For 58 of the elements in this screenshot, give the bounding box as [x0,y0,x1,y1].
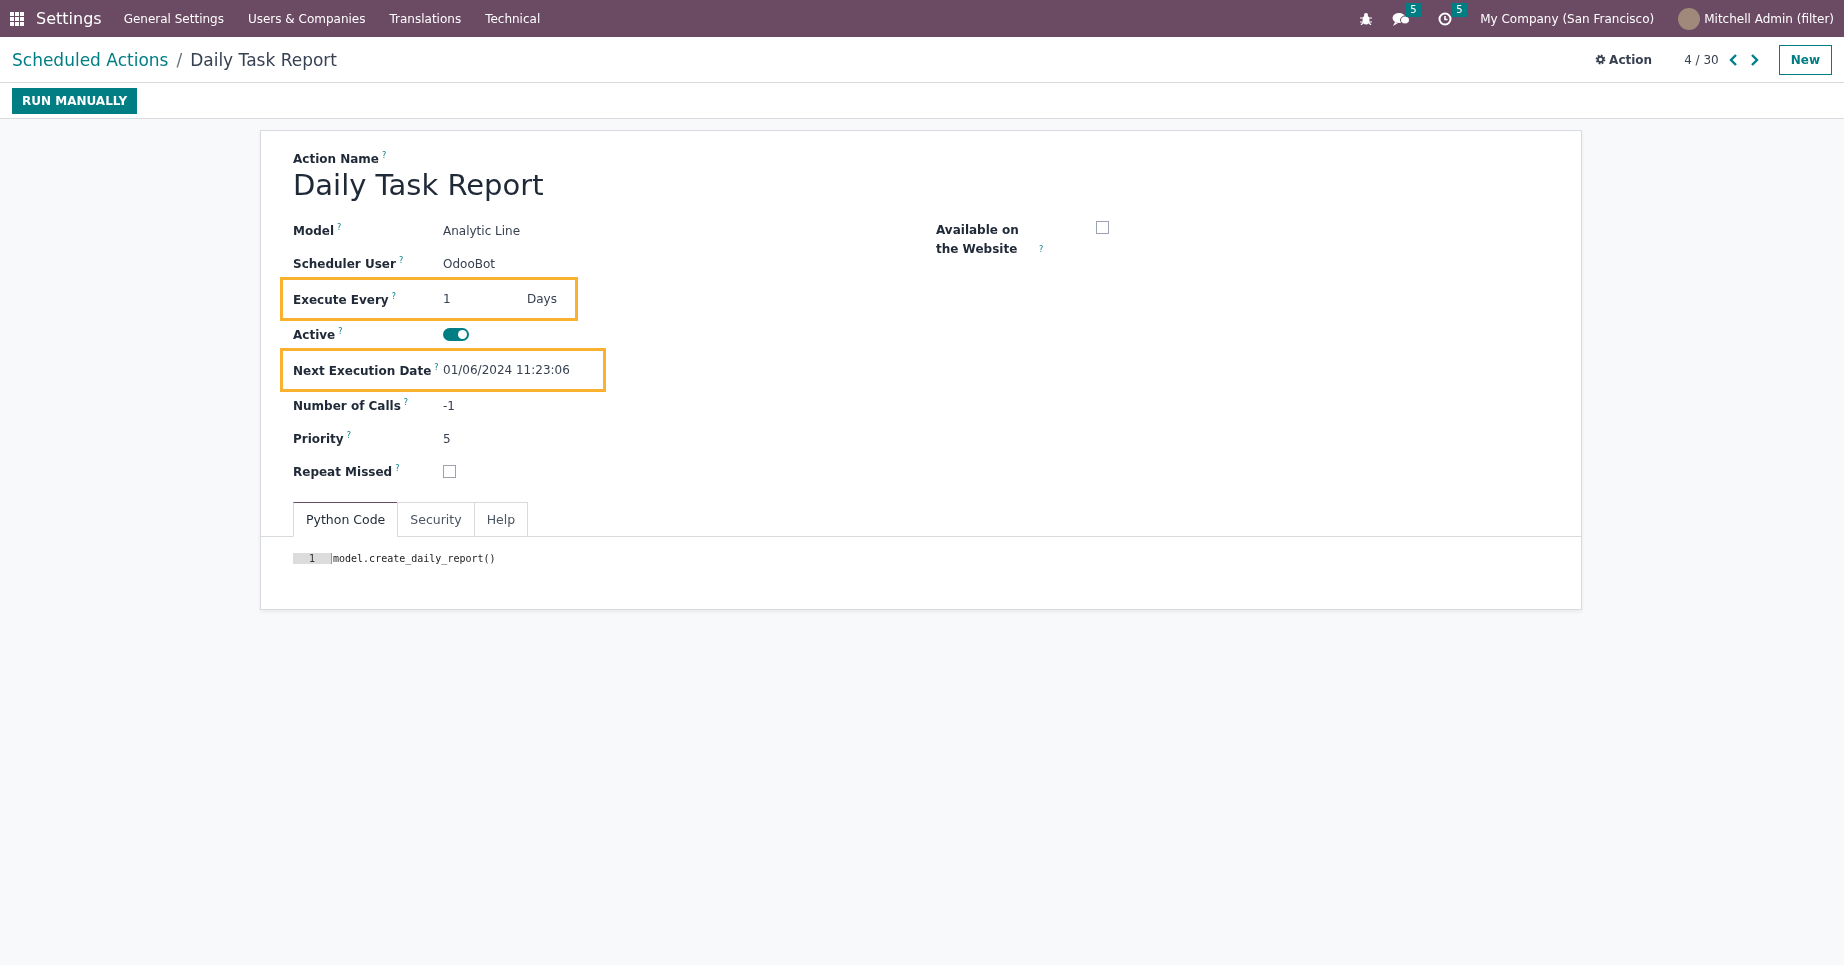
field-label: Execute Every [293,292,389,307]
field-value[interactable]: 01/06/2024 11:23:06 [443,363,570,377]
breadcrumb-link[interactable]: Scheduled Actions [12,49,169,70]
help-tooltip[interactable]: ? [395,464,400,473]
field-label: Active [293,328,336,342]
checkbox[interactable] [1096,221,1109,234]
field-label: Next Execution Date [293,363,432,378]
action-button[interactable]: Action [1591,48,1657,71]
app-name[interactable]: Settings [36,9,102,28]
field-value[interactable]: Analytic Line [443,223,521,238]
apps-grid-icon[interactable] [10,11,24,26]
field-label: Number of Calls [293,399,401,413]
field-label: Available on the Website [936,222,1020,258]
field-value[interactable]: 5 [443,431,451,446]
breadcrumb-separator: / [176,49,183,70]
pager-value[interactable]: 4 / 30 [1684,52,1719,67]
user-menu[interactable]: Mitchell Admin (filter) [1704,11,1834,26]
line-number: 1 [293,553,331,564]
field-value[interactable]: OdooBot [443,256,496,271]
menu-item[interactable]: Users & Companies [247,11,366,26]
bug-icon[interactable] [1360,12,1373,25]
record-title: Daily Task Report [293,168,545,202]
run-manually-button[interactable]: RUN MANUALLY [12,87,138,114]
help-tooltip[interactable]: ? [337,223,342,232]
checkbox[interactable] [443,465,456,478]
help-tooltip[interactable]: ? [346,431,351,440]
help-tooltip[interactable]: ? [1039,240,1044,259]
field-label: Priority [293,432,344,446]
new-button[interactable]: New [1778,44,1832,75]
menu-item[interactable]: General Settings [123,11,224,26]
field-label: Model [293,224,335,238]
code-line: model.create_daily_report() [331,553,496,564]
help-tooltip[interactable]: ? [382,151,387,160]
count-badge: 5 [1452,2,1467,17]
help-tooltip[interactable]: ? [434,362,439,372]
field-value[interactable]: 1 [443,292,527,306]
field-label: Repeat Missed [293,465,393,479]
menu-item[interactable]: Technical [485,11,541,26]
tab[interactable]: Security [397,502,474,537]
field-label: Action Name [293,152,379,166]
help-tooltip[interactable]: ? [398,256,404,265]
help-tooltip[interactable]: ? [403,398,409,407]
help-tooltip[interactable]: ? [338,327,343,336]
unit-value[interactable]: Days [527,292,557,306]
help-tooltip[interactable]: ? [391,291,396,301]
tab[interactable]: Python Code [293,502,398,537]
clock-icon[interactable] [1438,11,1453,26]
gear-icon[interactable] [1595,54,1607,65]
toggle-switch[interactable] [443,328,469,341]
company-switcher[interactable]: My Company (San Francisco) [1480,11,1655,26]
field-value[interactable]: -1 [443,398,455,413]
menu-item[interactable]: Translations [389,11,462,26]
chevron-right-icon[interactable] [1748,53,1759,66]
count-badge: 5 [1406,2,1421,17]
tab[interactable]: Help [473,502,529,537]
field-label: Scheduler User [293,257,396,271]
chevron-left-icon[interactable] [1728,53,1739,66]
breadcrumb-current: Daily Task Report [190,49,338,70]
